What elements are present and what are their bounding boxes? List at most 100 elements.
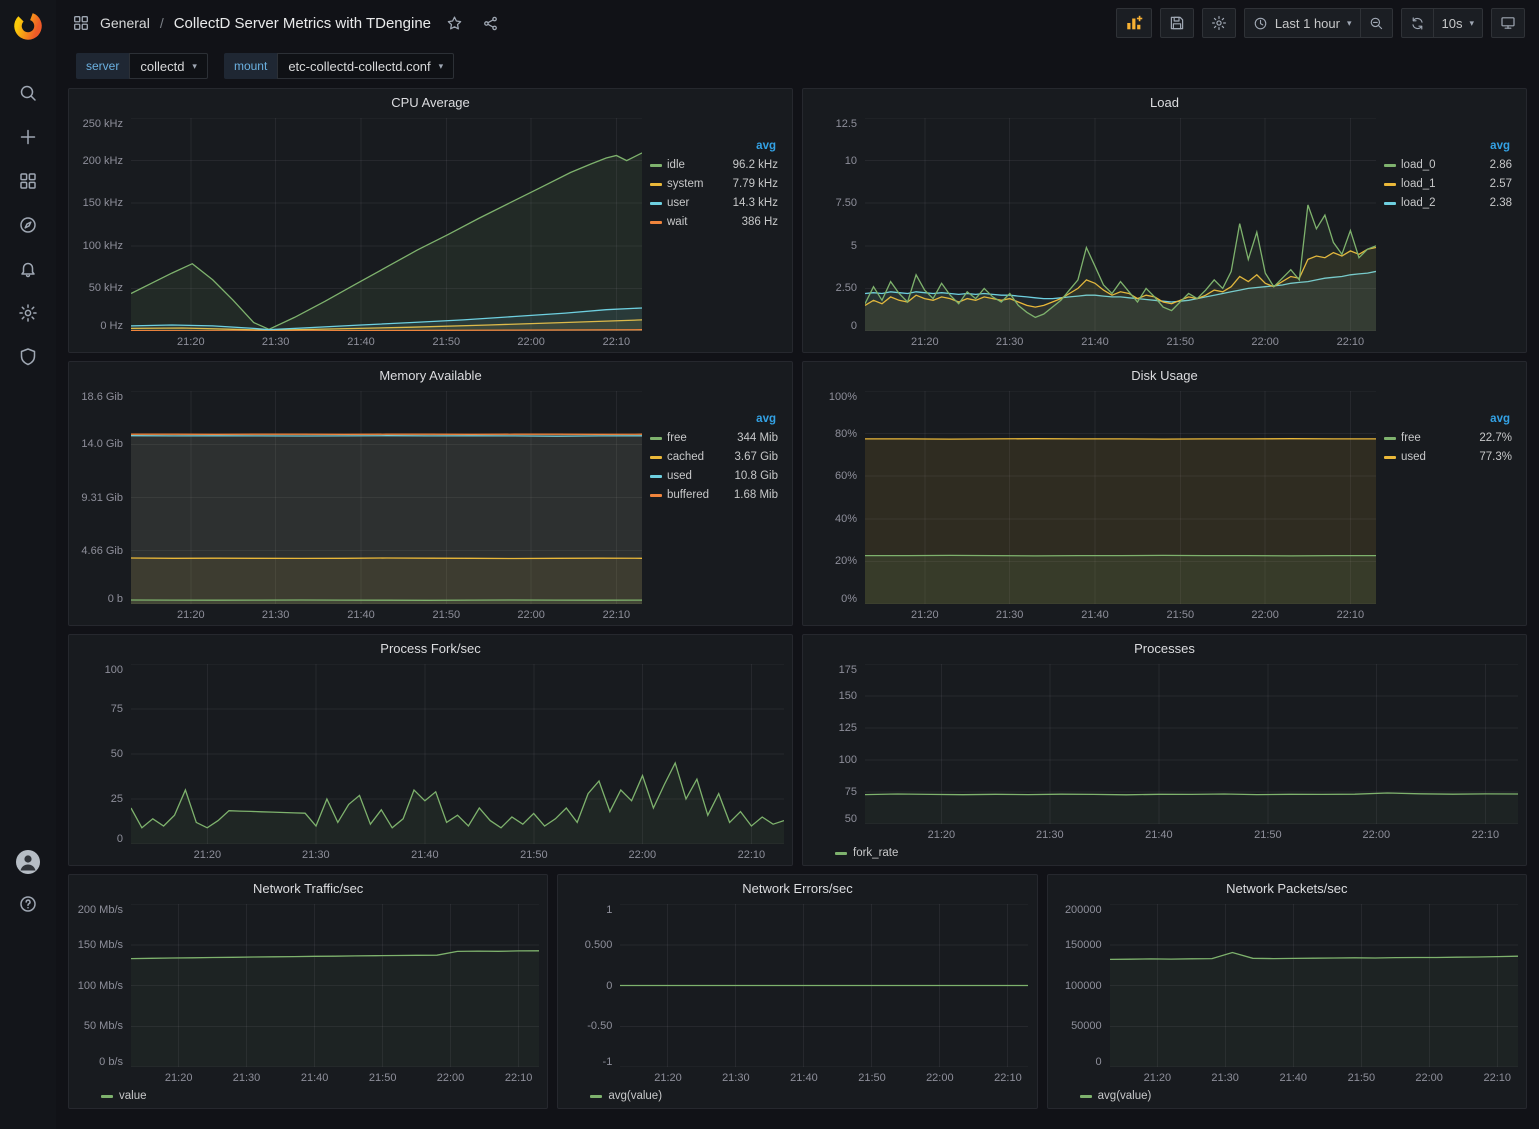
legend-item[interactable]: load_12.57 — [1384, 178, 1512, 190]
variable-mount: mount etc-collectd-collectd.conf ▾ — [224, 53, 454, 79]
x-tick-label: 22:00 — [1251, 609, 1279, 621]
legend-item[interactable]: load_22.38 — [1384, 197, 1512, 209]
grafana-logo[interactable] — [0, 0, 56, 52]
y-tick-label: -1 — [603, 1056, 613, 1068]
legend-item[interactable]: avg(value) — [1080, 1090, 1152, 1102]
save-dashboard-button[interactable] — [1160, 8, 1194, 38]
process-fork-chart[interactable]: 025507510021:2021:3021:4021:5022:0022:10 — [73, 664, 784, 863]
legend-item[interactable]: free22.7% — [1384, 432, 1512, 444]
y-tick-label: 175 — [839, 664, 857, 676]
legend-series-name[interactable]: load_0 — [1401, 159, 1490, 171]
variable-value-server[interactable]: collectd ▾ — [129, 53, 208, 79]
cycle-view-button[interactable] — [1491, 8, 1525, 38]
star-dashboard-button[interactable] — [441, 10, 467, 36]
zoom-out-time-button[interactable] — [1361, 8, 1393, 38]
question-circle-icon — [18, 894, 38, 914]
legend-item[interactable]: idle96.2 kHz — [650, 159, 778, 171]
create-button[interactable] — [10, 124, 46, 150]
panel-title[interactable]: Process Fork/sec — [69, 635, 792, 662]
server-admin-button[interactable] — [10, 344, 46, 370]
dashboards-button[interactable] — [10, 168, 46, 194]
explore-button[interactable] — [10, 212, 46, 238]
legend-series-name[interactable]: buffered — [667, 489, 734, 501]
legend-item[interactable]: fork_rate — [835, 847, 898, 859]
disk-usage-chart[interactable]: 0%20%40%60%80%100%21:2021:3021:4021:5022… — [807, 391, 1376, 623]
panel-title[interactable]: Disk Usage — [803, 362, 1526, 389]
legend-series-name[interactable]: free — [1401, 432, 1479, 444]
legend-series-name[interactable]: system — [667, 178, 733, 190]
help-button[interactable] — [10, 891, 46, 917]
panel-title[interactable]: Processes — [803, 635, 1526, 662]
legend-series-name[interactable]: idle — [667, 159, 733, 171]
panel-title[interactable]: Memory Available — [69, 362, 792, 389]
legend-series-name[interactable]: used — [1401, 451, 1479, 463]
series-color-icon — [650, 183, 662, 186]
search-button[interactable] — [10, 80, 46, 106]
breadcrumb-folder[interactable]: General — [100, 15, 150, 31]
legend-item[interactable]: used77.3% — [1384, 451, 1512, 463]
legend-item[interactable]: load_02.86 — [1384, 159, 1512, 171]
network-packets-chart[interactable]: 05000010000015000020000021:2021:3021:402… — [1052, 904, 1518, 1086]
network-errors-chart[interactable]: -1-0.5000.500121:2021:3021:4021:5022:002… — [562, 904, 1028, 1086]
variable-value-mount[interactable]: etc-collectd-collectd.conf ▾ — [277, 53, 454, 79]
legend-item[interactable]: buffered1.68 Mib — [650, 489, 778, 501]
legend-series-name[interactable]: used — [667, 470, 735, 482]
panel-network-packets: Network Packets/sec 05000010000015000020… — [1047, 874, 1527, 1109]
refresh-controls: 10s ▾ — [1401, 8, 1484, 38]
legend-item[interactable]: wait386 Hz — [650, 216, 778, 228]
legend-item[interactable]: cached3.67 Gib — [650, 451, 778, 463]
panel-title[interactable]: Network Packets/sec — [1048, 875, 1526, 902]
processes-chart[interactable]: 507510012515017521:2021:3021:4021:5022:0… — [807, 664, 1518, 843]
gear-icon — [1211, 15, 1227, 31]
legend-series-value: 2.57 — [1490, 178, 1512, 190]
y-tick-label: 0 — [851, 320, 857, 332]
alerting-button[interactable] — [10, 256, 46, 282]
add-panel-button[interactable] — [1116, 8, 1152, 38]
x-tick-label: 21:50 — [520, 849, 548, 861]
legend-item[interactable]: user14.3 kHz — [650, 197, 778, 209]
legend-item[interactable]: value — [101, 1090, 147, 1102]
refresh-interval-dropdown[interactable]: 10s ▾ — [1434, 8, 1484, 38]
configuration-button[interactable] — [10, 300, 46, 326]
x-tick-label: 21:20 — [177, 336, 205, 348]
share-dashboard-button[interactable] — [477, 10, 503, 36]
legend-series-name[interactable]: cached — [667, 451, 735, 463]
user-profile-button[interactable] — [10, 849, 46, 875]
memory-chart[interactable]: 0 b4.66 Gib9.31 Gib14.0 Gib18.6 Gib21:20… — [73, 391, 642, 623]
legend-series-name[interactable]: load_2 — [1401, 197, 1490, 209]
legend-item[interactable]: used10.8 Gib — [650, 470, 778, 482]
dashboard-settings-button[interactable] — [1202, 8, 1236, 38]
variable-server: server collectd ▾ — [76, 53, 208, 79]
panel-title[interactable]: Network Errors/sec — [558, 875, 1036, 902]
panel-title[interactable]: Load — [803, 89, 1526, 116]
x-tick-label: 21:40 — [301, 1072, 329, 1084]
x-tick-label: 22:10 — [994, 1072, 1022, 1084]
chevron-down-icon: ▾ — [1347, 18, 1352, 29]
legend-series-name[interactable]: load_1 — [1401, 178, 1490, 190]
cpu-average-chart[interactable]: 0 Hz50 kHz100 kHz150 kHz200 kHz250 kHz21… — [73, 118, 642, 350]
legend-series-value: 14.3 kHz — [733, 197, 778, 209]
refresh-icon — [1410, 16, 1425, 31]
y-tick-label: 14.0 Gib — [81, 438, 123, 450]
x-tick-label: 21:20 — [177, 609, 205, 621]
panel-title[interactable]: CPU Average — [69, 89, 792, 116]
legend-item[interactable]: system7.79 kHz — [650, 178, 778, 190]
share-icon — [482, 15, 499, 32]
network-traffic-chart[interactable]: 0 b/s50 Mb/s100 Mb/s150 Mb/s200 Mb/s21:2… — [73, 904, 539, 1086]
load-chart[interactable]: 02.5057.501012.521:2021:3021:4021:5022:0… — [807, 118, 1376, 350]
legend-series-name[interactable]: free — [667, 432, 737, 444]
y-tick-label: 50 — [111, 748, 123, 760]
processes-legend: fork_rate — [807, 843, 1518, 863]
legend-series-name[interactable]: wait — [667, 216, 742, 228]
shield-icon — [18, 347, 38, 367]
legend-series-name[interactable]: user — [667, 197, 733, 209]
x-tick-label: 21:50 — [1348, 1072, 1376, 1084]
time-range-picker[interactable]: Last 1 hour ▾ — [1244, 8, 1361, 38]
y-tick-label: 100 Mb/s — [78, 980, 123, 992]
legend-item[interactable]: avg(value) — [590, 1090, 662, 1102]
dashboard-title[interactable]: CollectD Server Metrics with TDengine — [174, 15, 431, 32]
breadcrumb: General / CollectD Server Metrics with T… — [72, 10, 503, 36]
legend-item[interactable]: free344 Mib — [650, 432, 778, 444]
panel-title[interactable]: Network Traffic/sec — [69, 875, 547, 902]
refresh-button[interactable] — [1401, 8, 1434, 38]
